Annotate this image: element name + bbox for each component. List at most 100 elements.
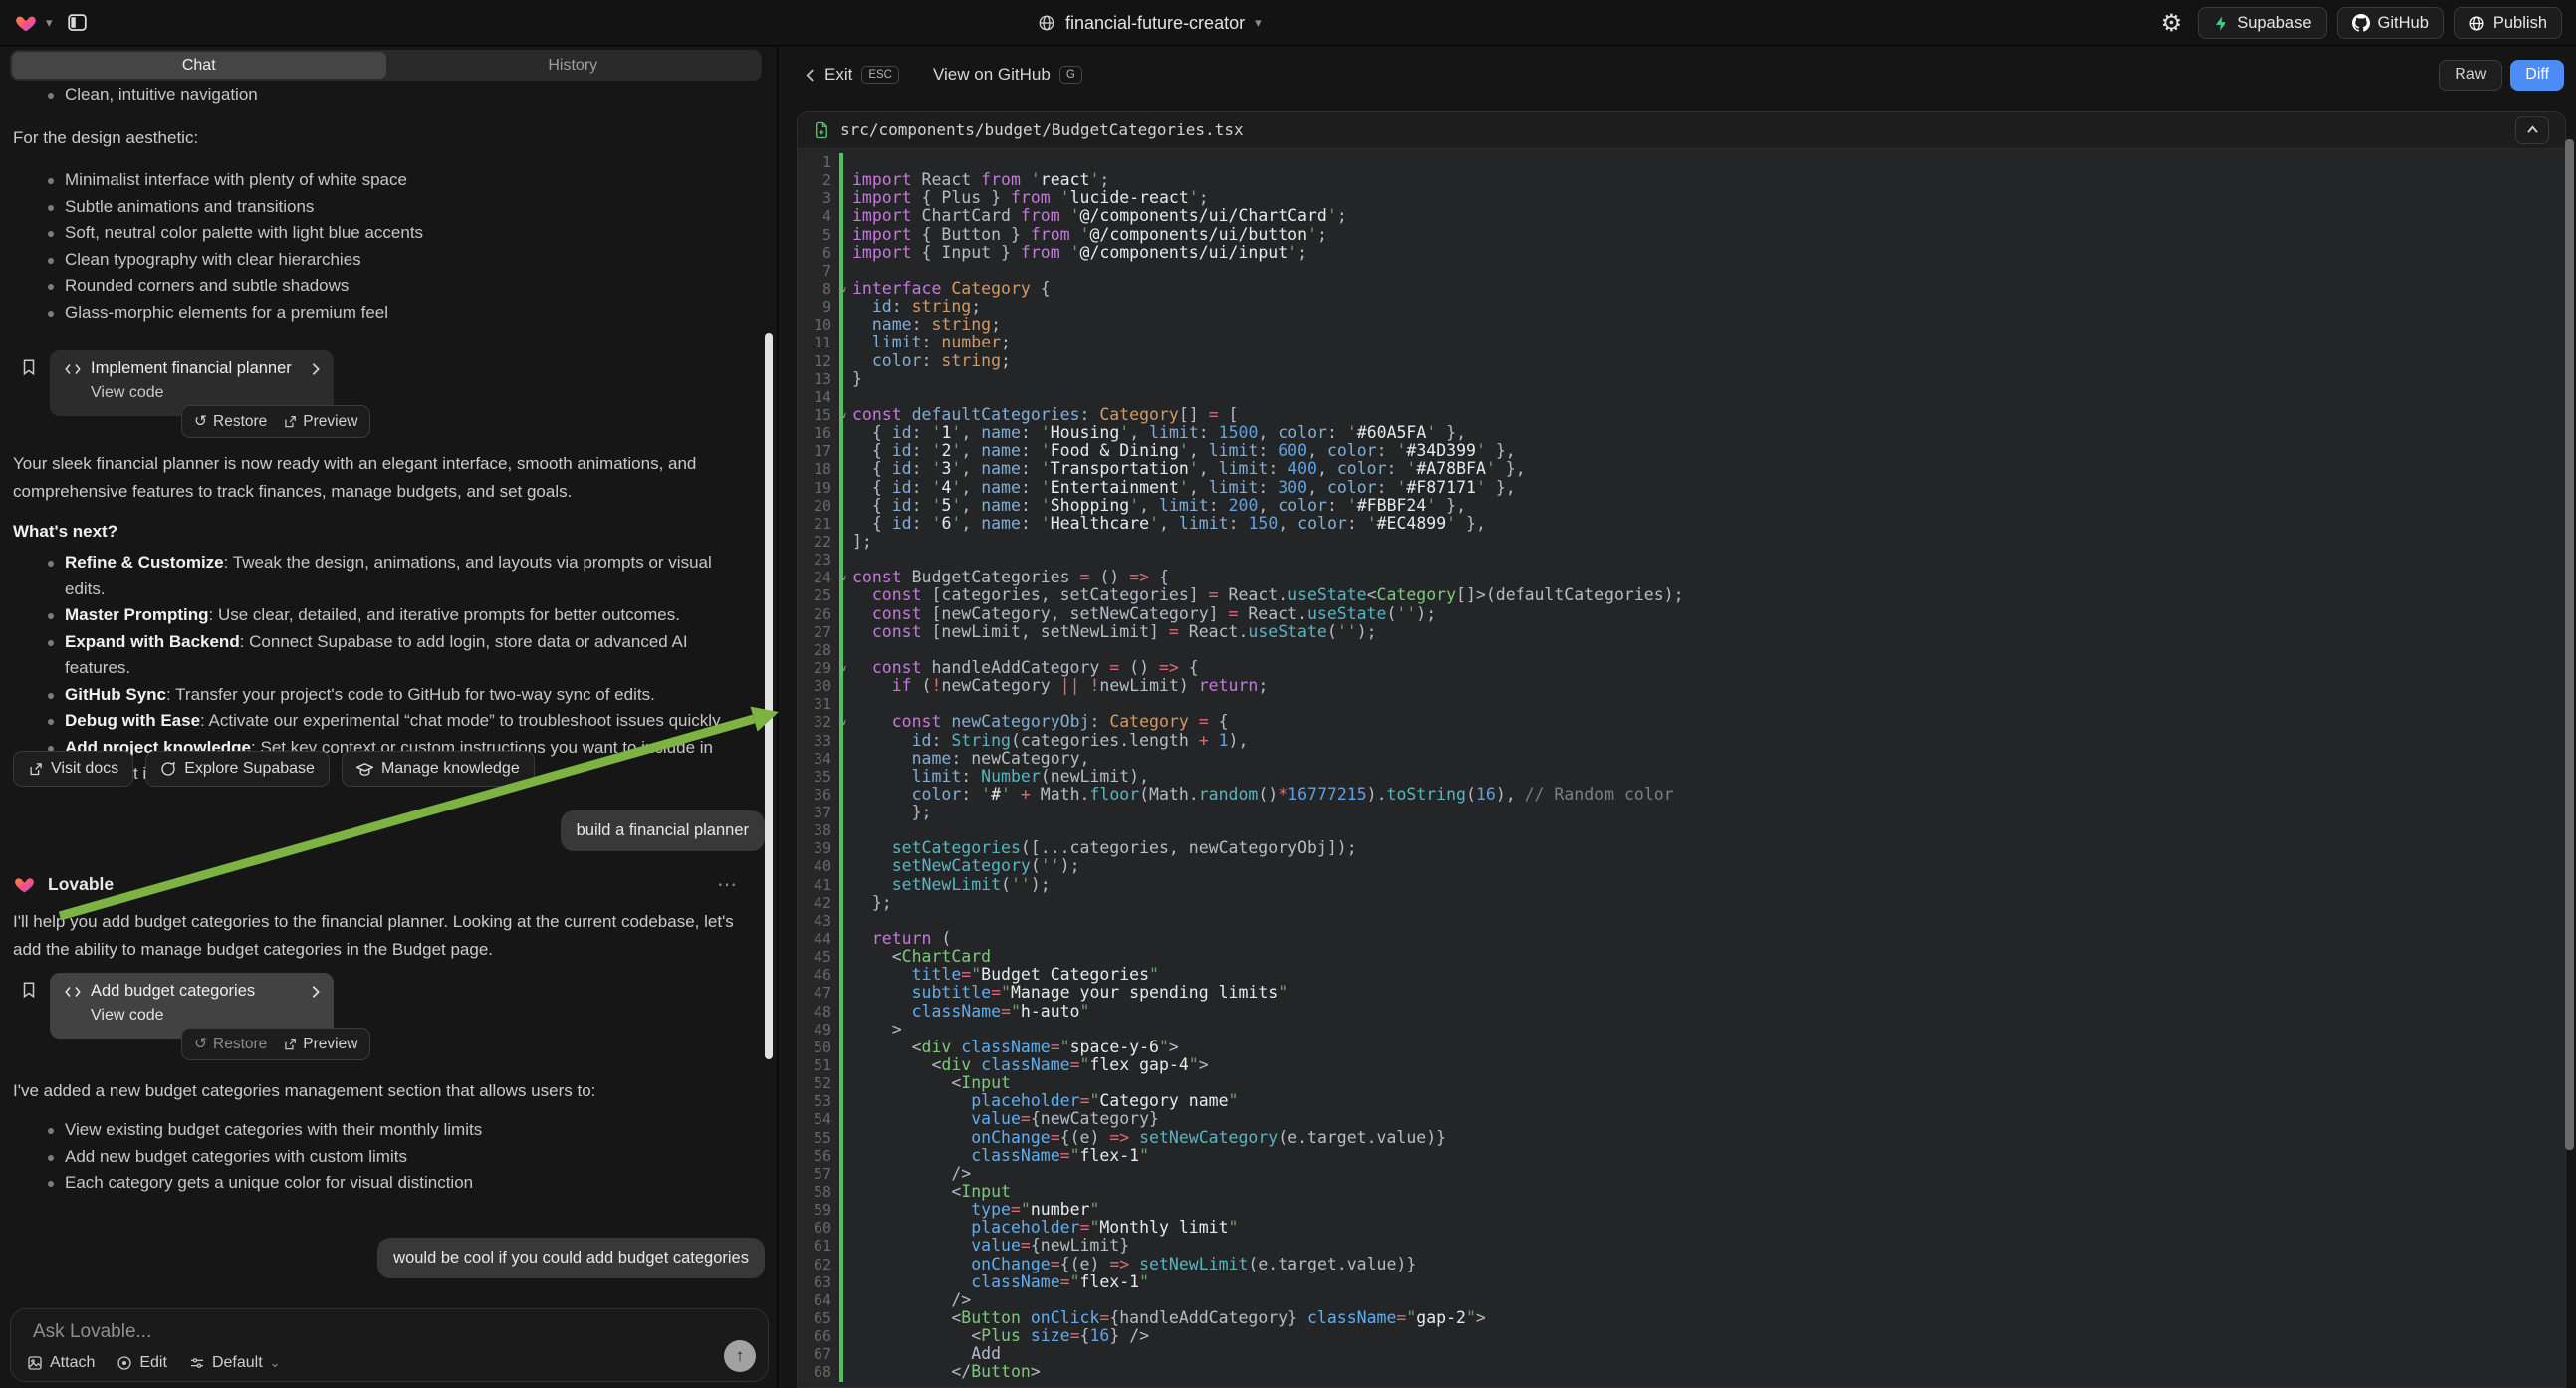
settings-gear-icon[interactable]: ⚙ <box>2161 9 2183 38</box>
code-line: 42 }; <box>798 894 2565 912</box>
list-item: View existing budget categories with the… <box>0 1117 752 1144</box>
file-plus-icon <box>814 121 829 139</box>
code-icon <box>64 985 82 999</box>
model-selector[interactable]: Default ⌄ <box>189 1354 281 1372</box>
chat-tab-bar: Chat History <box>10 50 762 81</box>
window-scrollbar[interactable] <box>2565 139 2574 1150</box>
code-line: 27 const [newLimit, setNewLimit] = React… <box>798 623 2565 641</box>
code-line: 62 onChange={(e) => setNewLimit(e.target… <box>798 1256 2565 1273</box>
version-card-title: Implement financial planner <box>91 359 301 378</box>
restore-button[interactable]: ↺Restore <box>194 1035 267 1053</box>
code-line: 11 limit: number; <box>798 334 2565 351</box>
code-line: 66 <Plus size={16} /> <box>798 1327 2565 1345</box>
code-line: 6import { Input } from '@/components/ui/… <box>798 244 2565 262</box>
image-icon <box>27 1355 43 1371</box>
external-link-icon <box>28 762 43 777</box>
chat-input-placeholder: Ask Lovable... <box>33 1321 754 1343</box>
version-card-title: Add budget categories <box>91 982 301 1001</box>
code-line: 23 <box>798 551 2565 569</box>
code-line: 41 setNewLimit(''); <box>798 876 2565 894</box>
file-path: src/components/budget/BudgetCategories.t… <box>840 120 2504 139</box>
tab-chat[interactable]: Chat <box>12 52 386 79</box>
code-line: 32∨ const newCategoryObj: Category = { <box>798 713 2565 731</box>
restore-button[interactable]: ↺Restore <box>194 412 267 431</box>
view-code-link[interactable]: View code <box>91 384 322 402</box>
code-line: 53 placeholder="Category name" <box>798 1092 2565 1110</box>
manage-knowledge-button[interactable]: Manage knowledge <box>342 751 535 787</box>
list-item: Subtle animations and transitions <box>0 194 752 221</box>
code-line: 57 /> <box>798 1165 2565 1183</box>
code-line: 10 name: string; <box>798 316 2565 334</box>
view-on-github-button[interactable]: View on GitHub G <box>933 65 1082 85</box>
code-line: 63 className="flex-1" <box>798 1273 2565 1291</box>
graduation-cap-icon <box>356 762 373 777</box>
project-name: financial-future-creator <box>1065 13 1245 34</box>
design-intro: For the design aesthetic: <box>13 124 758 152</box>
restore-icon: ↺ <box>194 412 207 431</box>
code-line: 2import React from 'react'; <box>798 171 2565 189</box>
github-button[interactable]: GitHub <box>2337 7 2444 39</box>
code-line: 49 > <box>798 1021 2565 1039</box>
tab-history[interactable]: History <box>386 52 761 79</box>
sidebar-toggle-icon[interactable] <box>67 12 88 33</box>
lovable-logo-icon[interactable] <box>14 12 38 34</box>
code-line: 51 <div className="flex gap-4"> <box>798 1056 2565 1074</box>
code-line: 1 <box>798 153 2565 171</box>
preview-button[interactable]: Preview <box>283 413 357 431</box>
whats-next-heading: What's next? <box>13 518 758 546</box>
code-header: Exit ESC View on GitHub G Raw Diff <box>779 47 2576 103</box>
code-line: 22]; <box>798 533 2565 551</box>
code-line: 38 <box>798 821 2565 839</box>
esc-key-badge: ESC <box>861 66 899 84</box>
exit-button[interactable]: Exit ESC <box>805 65 899 85</box>
code-line: 14 <box>798 388 2565 406</box>
list-item: Glass-morphic elements for a premium fee… <box>0 300 752 327</box>
collapse-file-button[interactable] <box>2515 116 2549 144</box>
code-line: 50 <div className="space-y-6"> <box>798 1039 2565 1056</box>
code-icon <box>64 362 82 376</box>
view-code-link[interactable]: View code <box>91 1007 322 1025</box>
list-item: Debug with Ease: Activate our experiment… <box>0 708 737 735</box>
edit-button[interactable]: Edit <box>117 1354 167 1372</box>
preview-button[interactable]: Preview <box>283 1036 357 1053</box>
added-intro-paragraph: I've added a new budget categories manag… <box>13 1077 758 1105</box>
file-header[interactable]: src/components/budget/BudgetCategories.t… <box>798 112 2565 149</box>
publish-globe-icon <box>2468 15 2485 32</box>
g-key-badge: G <box>1059 66 1082 84</box>
code-line: 54 value={newCategory} <box>798 1110 2565 1128</box>
logo-chevron-down-icon[interactable]: ▾ <box>46 15 53 31</box>
code-line: 5import { Button } from '@/components/ui… <box>798 226 2565 244</box>
target-icon <box>117 1355 132 1371</box>
supabase-button[interactable]: Supabase <box>2198 7 2326 39</box>
list-item: Expand with Backend: Connect Supabase to… <box>0 629 737 682</box>
attach-button[interactable]: Attach <box>27 1354 95 1372</box>
diff-toggle-button[interactable]: Diff <box>2510 60 2564 91</box>
code-line: 61 value={newLimit} <box>798 1237 2565 1255</box>
chat-scrollbar[interactable] <box>765 333 773 1059</box>
chevron-right-icon <box>310 362 322 376</box>
code-line: 34 name: newCategory, <box>798 750 2565 768</box>
bookmark-icon[interactable] <box>20 357 38 382</box>
send-button[interactable]: ↑ <box>724 1340 756 1372</box>
code-line: 64 /> <box>798 1291 2565 1309</box>
added-bullets: View existing budget categories with the… <box>0 1117 752 1197</box>
globe-icon <box>1038 14 1055 32</box>
project-switcher[interactable]: financial-future-creator ▾ <box>1038 0 1262 46</box>
code-line: 48 className="h-auto" <box>798 1003 2565 1021</box>
publish-button[interactable]: Publish <box>2454 7 2562 39</box>
code-line: 21 { id: '6', name: 'Healthcare', limit:… <box>798 515 2565 533</box>
message-menu-icon[interactable]: ⋯ <box>717 872 739 897</box>
user-message: build a financial planner <box>561 810 765 851</box>
code-line: 56 className="flex-1" <box>798 1147 2565 1165</box>
lovable-heart-icon <box>13 874 36 895</box>
code-line: 35 limit: Number(newLimit), <box>798 768 2565 786</box>
list-item: Refine & Customize: Tweak the design, an… <box>0 550 737 602</box>
raw-toggle-button[interactable]: Raw <box>2439 60 2502 91</box>
visit-docs-button[interactable]: Visit docs <box>13 751 133 787</box>
restore-preview-toolbar: ↺Restore Preview <box>181 1028 370 1060</box>
code-lines: 1 2import React from 'react';3import { P… <box>798 149 2565 1388</box>
explore-supabase-button[interactable]: Explore Supabase <box>145 751 330 787</box>
chat-input[interactable]: Ask Lovable... Attach Edit Default ⌄ <box>10 1308 769 1382</box>
bookmark-icon[interactable] <box>20 980 38 1005</box>
design-bullets: Minimalist interface with plenty of whit… <box>0 167 752 326</box>
